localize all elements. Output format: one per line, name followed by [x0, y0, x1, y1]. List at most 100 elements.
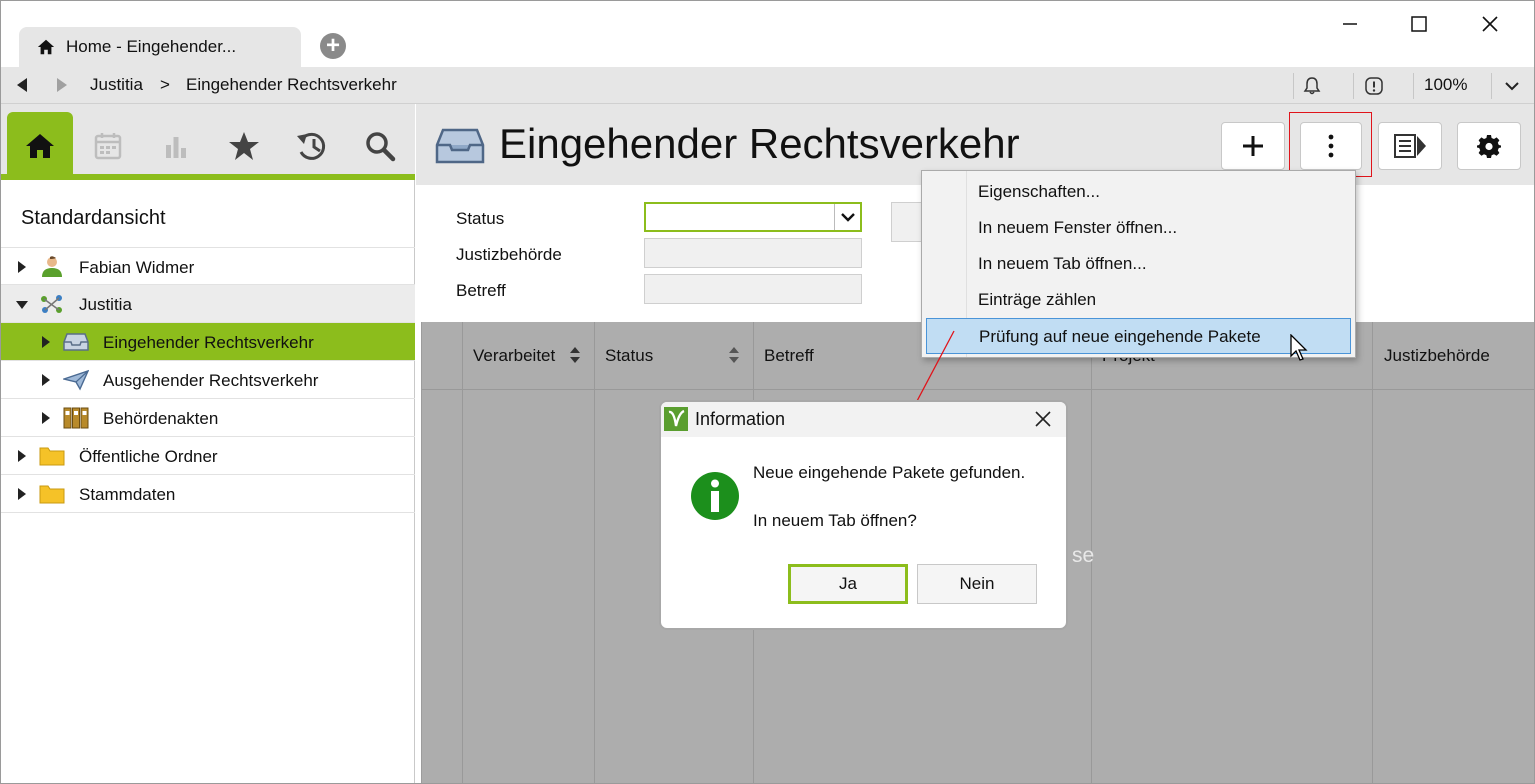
expand-arrow-icon[interactable] — [18, 488, 26, 500]
maximize-button[interactable] — [1399, 7, 1439, 41]
back-arrow-icon[interactable] — [15, 76, 29, 94]
tree-item-label: Öffentliche Ordner — [79, 447, 218, 466]
alert-button[interactable] — [1358, 67, 1390, 104]
view-title: Standardansicht — [21, 207, 166, 229]
column-header-betreff[interactable]: Betreff — [764, 346, 814, 366]
breadcrumb-separator: > — [160, 75, 170, 94]
forward-arrow-icon[interactable] — [55, 76, 69, 94]
tree-item-justitia[interactable]: Justitia — [1, 285, 415, 323]
menu-item-count-entries[interactable]: Einträge zählen — [926, 282, 1351, 318]
tree-item-label: Stammdaten — [79, 485, 176, 504]
tree-item-behoerdenakten[interactable]: Behördenakten — [1, 399, 415, 437]
calendar-tab-button[interactable] — [75, 112, 141, 180]
expand-arrow-icon[interactable] — [42, 336, 50, 348]
expand-arrow-icon[interactable] — [18, 261, 26, 273]
breadcrumb-current[interactable]: Eingehender Rechtsverkehr — [186, 75, 397, 95]
close-icon[interactable] — [1034, 410, 1052, 428]
menu-item-check-new-packages[interactable]: Prüfung auf neue eingehende Pakete — [926, 318, 1351, 354]
preview-pane-icon — [1394, 134, 1426, 158]
home-icon — [26, 134, 54, 158]
close-icon — [1482, 16, 1498, 32]
navigation-bar: Justitia > Eingehender Rechtsverkehr 100… — [1, 67, 1534, 104]
plus-icon — [1243, 136, 1263, 156]
info-icon — [691, 472, 739, 520]
paper-plane-icon — [63, 369, 89, 391]
alert-icon — [1365, 76, 1383, 95]
yes-button[interactable]: Ja — [788, 564, 908, 604]
menu-item-open-new-window[interactable]: In neuem Fenster öffnen... — [926, 210, 1351, 246]
column-header-status[interactable]: Status — [605, 346, 653, 366]
chevron-down-icon — [840, 213, 855, 222]
tree-item-label: Justitia — [79, 295, 132, 314]
add-button[interactable] — [1221, 122, 1285, 170]
inbox-icon — [435, 128, 485, 164]
zoom-dropdown-button[interactable] — [1497, 67, 1527, 104]
preview-pane-button[interactable] — [1378, 122, 1442, 170]
history-tab-button[interactable] — [279, 112, 345, 180]
dialog-message: Neue eingehende Pakete gefunden. — [753, 463, 1026, 482]
settings-button[interactable] — [1457, 122, 1521, 170]
tree-item-label: Ausgehender Rechtsverkehr — [103, 371, 319, 390]
history-icon — [297, 132, 326, 160]
zoom-level[interactable]: 100% — [1424, 75, 1467, 95]
new-tab-button[interactable]: + — [320, 33, 346, 59]
binders-icon — [63, 407, 89, 429]
no-button[interactable]: Nein — [917, 564, 1037, 604]
tree-item-eingehender-rechtsverkehr[interactable]: Eingehender Rechtsverkehr — [1, 323, 415, 361]
calendar-icon — [94, 133, 122, 160]
context-menu: Eigenschaften... In neuem Fenster öffnen… — [921, 170, 1356, 358]
tree-item-oeffentliche-ordner[interactable]: Öffentliche Ordner — [1, 437, 415, 475]
mouse-cursor-icon — [1290, 334, 1308, 361]
home-tab-button[interactable] — [7, 112, 73, 180]
app-window: Home - Eingehender... + Justitia > Einge… — [0, 0, 1535, 784]
page-title: Eingehender Rechtsverkehr — [499, 120, 1020, 167]
title-bar: Home - Eingehender... + — [1, 1, 1534, 67]
column-header-verarbeitet[interactable]: Verarbeitet — [473, 346, 555, 366]
minimize-button[interactable] — [1330, 7, 1370, 41]
tree-item-label: Eingehender Rechtsverkehr — [103, 333, 314, 352]
browser-tab[interactable]: Home - Eingehender... — [19, 27, 301, 67]
star-icon — [229, 132, 259, 160]
menu-item-eigenschaften[interactable]: Eigenschaften... — [926, 174, 1351, 210]
notification-button[interactable] — [1296, 67, 1328, 104]
status-dropdown-button[interactable] — [834, 204, 860, 230]
navigation-tree: Fabian Widmer Justitia Eingehender Recht… — [1, 247, 415, 513]
expand-arrow-icon[interactable] — [18, 450, 26, 462]
gear-icon — [1477, 135, 1501, 158]
tree-item-label: Behördenakten — [103, 409, 219, 428]
bell-icon — [1303, 76, 1321, 94]
expand-arrow-icon[interactable] — [42, 374, 50, 386]
tree-item-fabian-widmer[interactable]: Fabian Widmer — [1, 247, 415, 285]
betreff-input[interactable] — [644, 274, 862, 304]
person-icon — [42, 256, 62, 277]
chart-icon — [166, 137, 186, 158]
statistics-tab-button[interactable] — [143, 112, 209, 180]
favorites-tab-button[interactable] — [211, 112, 277, 180]
justizbehoerde-input[interactable] — [644, 238, 862, 268]
sidebar-iconbar — [1, 104, 415, 180]
dialog-question: In neuem Tab öffnen? — [753, 511, 917, 530]
breadcrumb-justitia[interactable]: Justitia — [90, 75, 143, 95]
search-tab-button[interactable] — [347, 112, 413, 180]
sort-icon[interactable] — [569, 346, 581, 364]
network-icon — [41, 295, 62, 313]
iconbar-accent-line — [1, 174, 415, 180]
justizbehoerde-label: Justizbehörde — [456, 245, 562, 264]
betreff-label: Betreff — [456, 281, 506, 300]
menu-item-open-new-tab[interactable]: In neuem Tab öffnen... — [926, 246, 1351, 282]
sort-icon[interactable] — [728, 346, 740, 364]
app-logo-icon — [664, 407, 688, 431]
status-select[interactable] — [644, 202, 862, 232]
home-icon — [37, 39, 55, 55]
folder-icon — [39, 447, 65, 466]
tree-item-ausgehender-rechtsverkehr[interactable]: Ausgehender Rechtsverkehr — [1, 361, 415, 399]
collapse-arrow-icon[interactable] — [16, 301, 28, 309]
column-header-justizbehoerde[interactable]: Justizbehörde — [1384, 346, 1490, 366]
empty-grid-message: se — [1072, 544, 1095, 567]
folder-icon — [39, 485, 65, 504]
expand-arrow-icon[interactable] — [42, 412, 50, 424]
information-dialog: Information Neue eingehende Pakete gefun… — [659, 400, 1068, 630]
search-icon — [366, 132, 396, 162]
tree-item-stammdaten[interactable]: Stammdaten — [1, 475, 415, 513]
close-window-button[interactable] — [1470, 7, 1510, 41]
